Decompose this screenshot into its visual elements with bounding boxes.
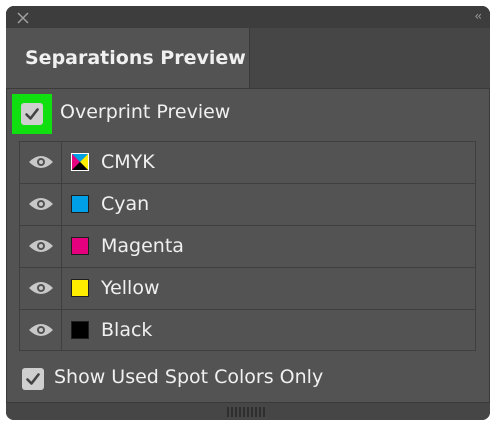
separation-name: CMYK [101, 151, 155, 173]
show-used-spot-colors-checkbox[interactable] [22, 368, 44, 390]
magenta-swatch [71, 237, 89, 255]
visibility-toggle[interactable] [20, 226, 62, 267]
eye-icon [29, 240, 53, 252]
eye-icon [29, 282, 53, 294]
separation-row-cyan[interactable]: Cyan [20, 184, 475, 226]
visibility-toggle[interactable] [20, 142, 62, 183]
overprint-preview-row: Overprint Preview [12, 94, 472, 134]
separation-row-cmyk[interactable]: CMYK [20, 142, 475, 184]
spot-colors-row: Show Used Spot Colors Only [22, 364, 462, 394]
separation-name: Cyan [101, 193, 150, 215]
close-icon[interactable] [16, 10, 30, 24]
tab-separations-preview[interactable]: Separations Preview [6, 28, 250, 88]
overprint-preview-checkbox[interactable] [21, 103, 43, 125]
separation-row-magenta[interactable]: Magenta [20, 226, 475, 268]
visibility-toggle[interactable] [20, 268, 62, 309]
panel-tab-row: Separations Preview [6, 28, 490, 89]
separations-list: CMYK Cyan Magenta Yellow Black [19, 141, 476, 351]
checkmark-icon [25, 108, 39, 120]
visibility-toggle[interactable] [20, 184, 62, 225]
checkmark-icon [26, 373, 40, 385]
visibility-toggle[interactable] [20, 310, 62, 351]
yellow-swatch [71, 279, 89, 297]
eye-icon [29, 324, 53, 336]
separation-name: Yellow [101, 277, 160, 299]
resize-grip-icon[interactable] [227, 407, 267, 417]
separation-row-black[interactable]: Black [20, 310, 475, 352]
panel-bottom-bar [6, 402, 490, 420]
cyan-swatch [71, 195, 89, 213]
separation-row-yellow[interactable]: Yellow [20, 268, 475, 310]
cmyk-composite-swatch [71, 153, 89, 171]
separations-preview-panel: ‹‹ Separations Preview Overprint Preview [6, 6, 490, 420]
separation-name: Magenta [101, 235, 184, 257]
overprint-preview-label: Overprint Preview [60, 101, 231, 123]
collapse-panel-icon[interactable]: ‹‹ [474, 9, 481, 23]
panel-titlebar: ‹‹ [6, 6, 490, 28]
black-swatch [71, 321, 89, 339]
eye-icon [29, 156, 53, 168]
separation-name: Black [101, 319, 153, 341]
eye-icon [29, 198, 53, 210]
show-used-spot-colors-label: Show Used Spot Colors Only [54, 366, 324, 388]
